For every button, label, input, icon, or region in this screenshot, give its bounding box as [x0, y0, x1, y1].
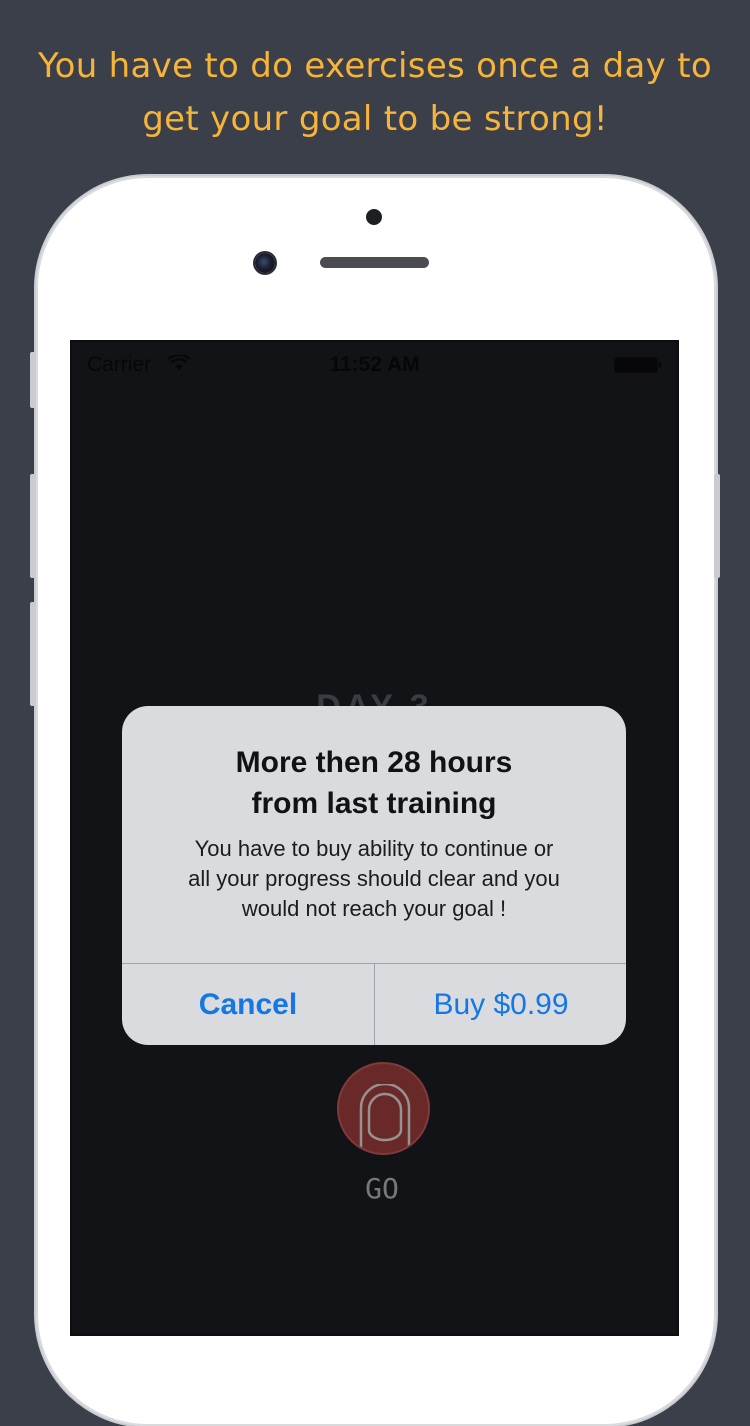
promo-caption: You have to do exercises once a day to g… [0, 40, 750, 146]
alert-title: More then 28 hours from last training [122, 742, 626, 824]
phone-screen: Carrier 11:52 AM DAY 3 GO More then 28 h… [70, 340, 679, 1336]
alert-title-line-1: More then 28 hours [235, 746, 513, 779]
proximity-sensor [366, 209, 382, 225]
earpiece-speaker [320, 257, 429, 268]
promo-caption-line-2: get your goal to be strong! [142, 99, 608, 139]
alert-message-line-3: would not reach your goal ! [241, 896, 507, 921]
buy-button[interactable]: Buy $0.99 [375, 964, 626, 1045]
alert-title-line-2: from last training [251, 787, 497, 820]
volume-up-button [30, 474, 36, 578]
volume-down-button [30, 602, 36, 706]
alert-dialog: More then 28 hours from last training Yo… [122, 706, 626, 1045]
cancel-button[interactable]: Cancel [122, 964, 374, 1045]
alert-message-line-1: You have to buy ability to continue or [194, 836, 554, 861]
promo-caption-line-1: You have to do exercises once a day to [38, 46, 712, 86]
mute-switch [30, 352, 36, 408]
front-camera-icon [255, 253, 275, 273]
alert-message: You have to buy ability to continue or a… [142, 834, 606, 924]
alert-message-line-2: all your progress should clear and you [188, 866, 560, 891]
power-button [714, 474, 720, 578]
